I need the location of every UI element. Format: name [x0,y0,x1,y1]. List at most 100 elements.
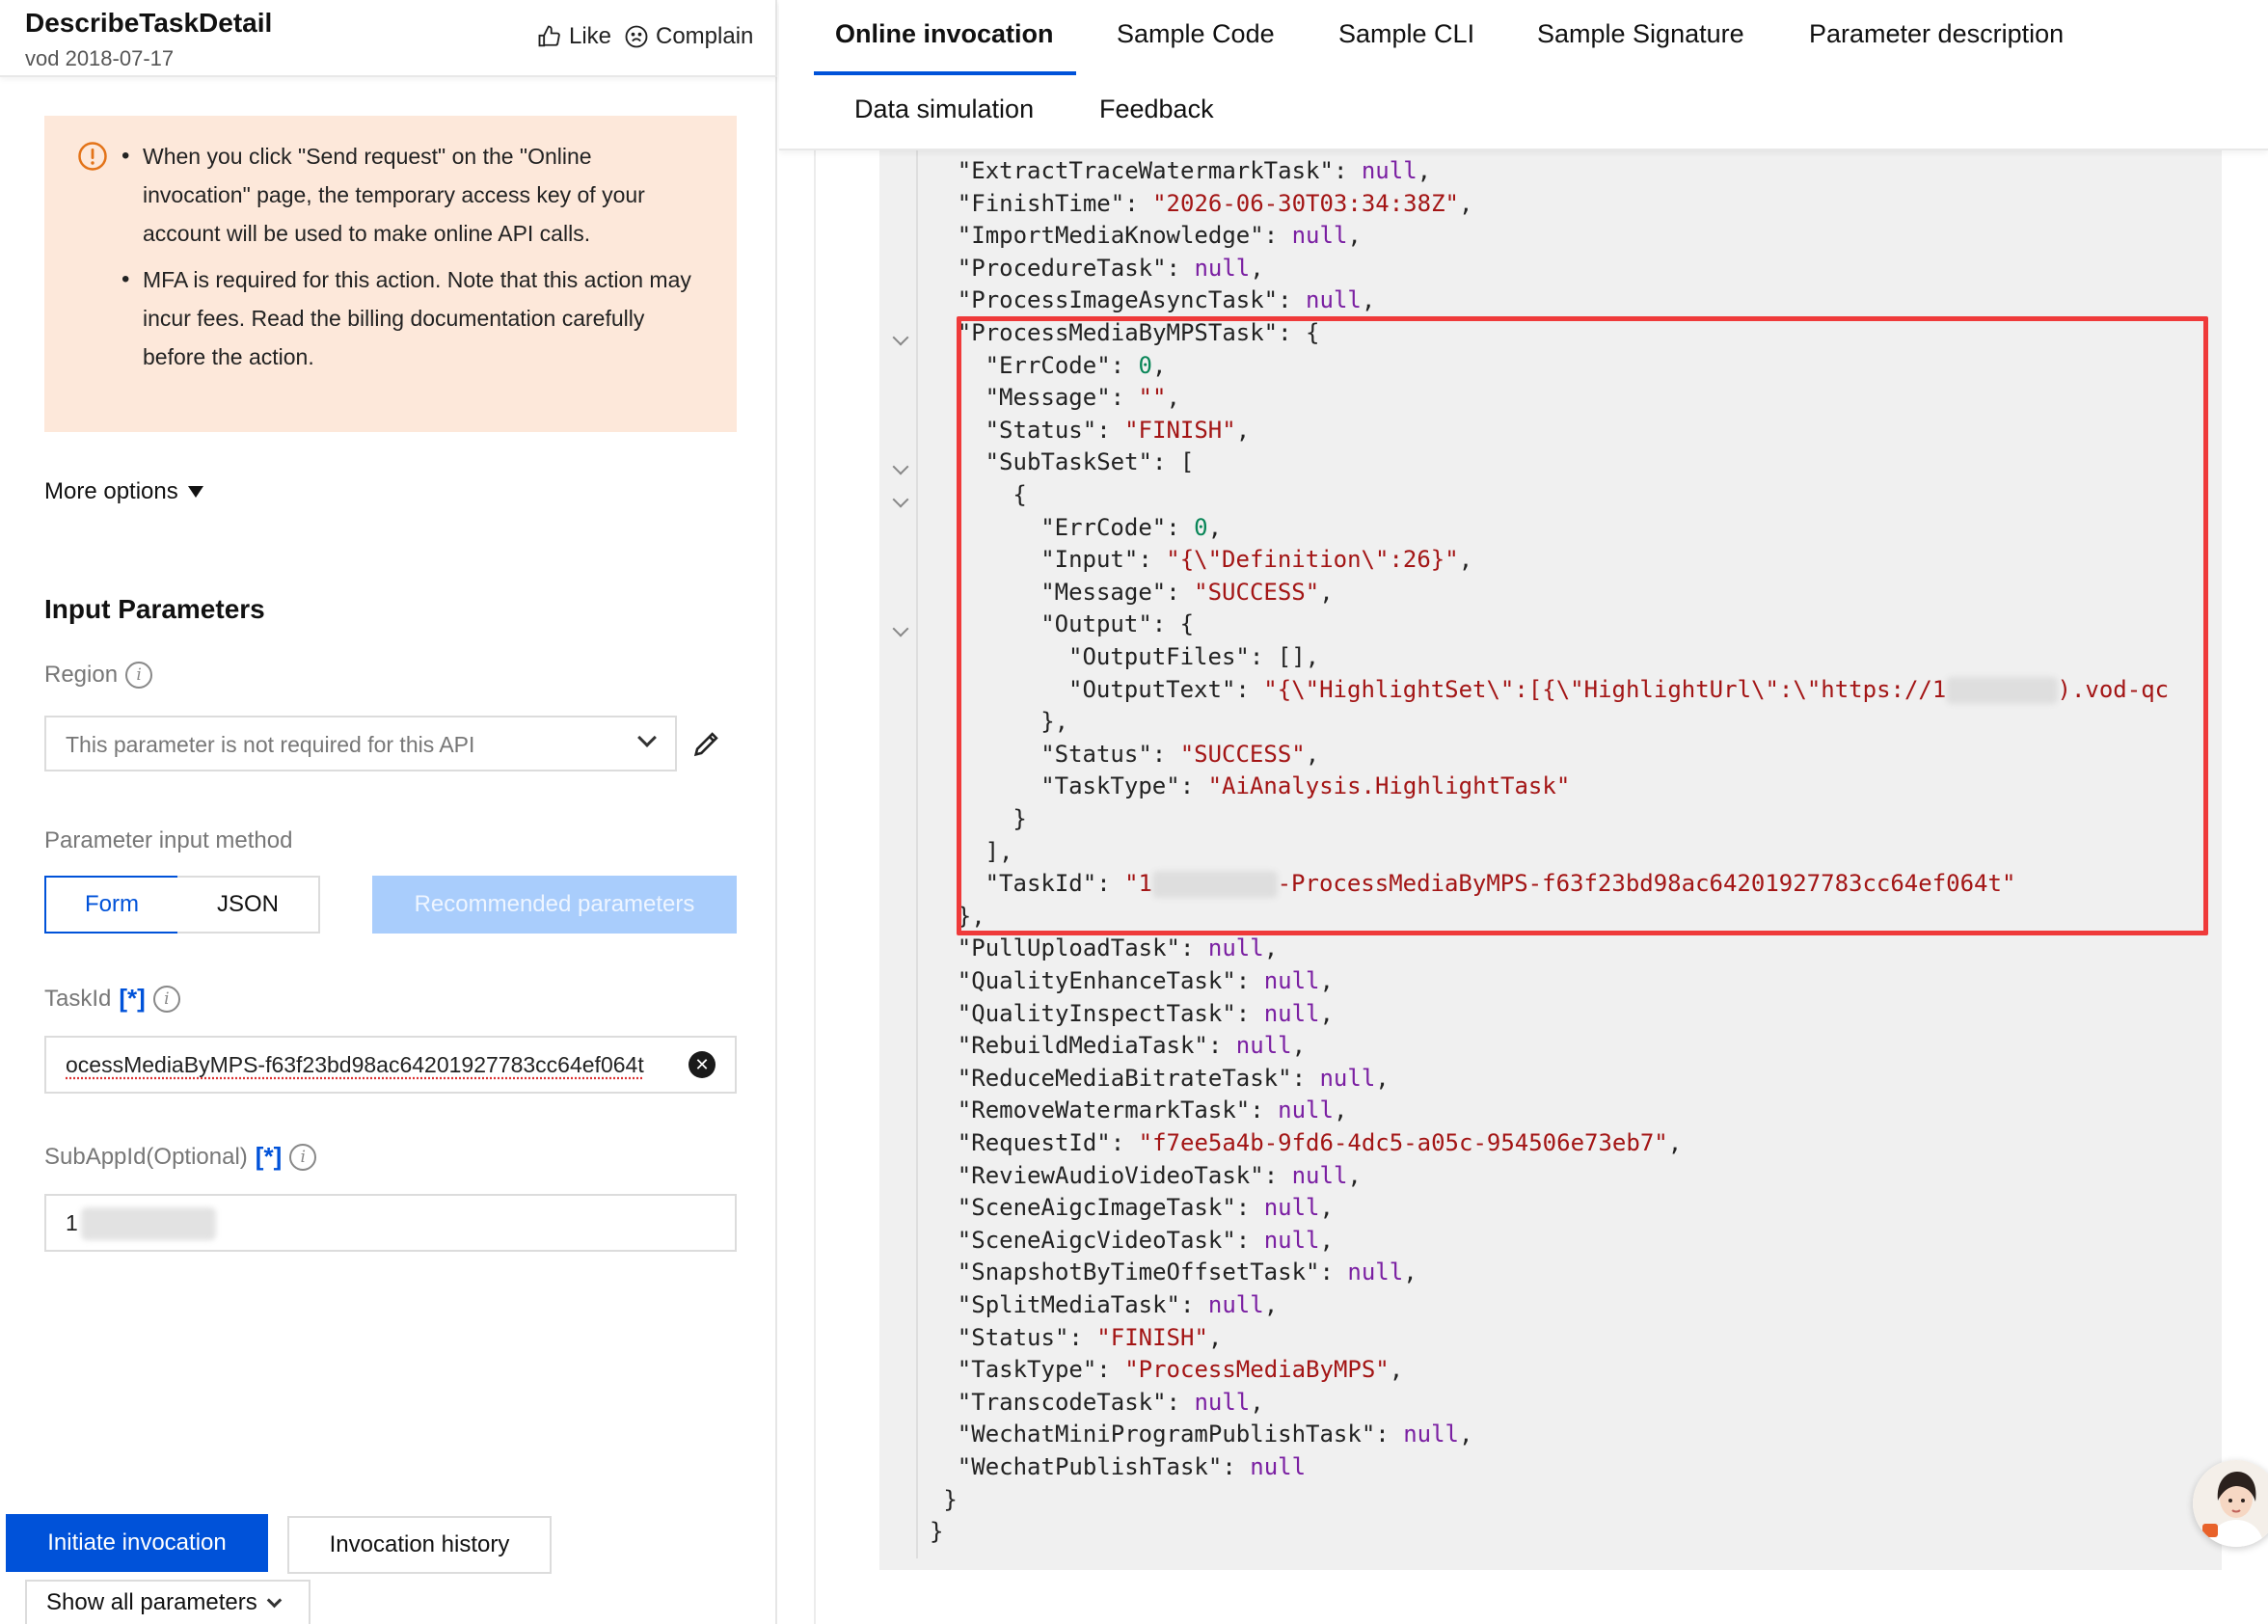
code-token: : [1235,1226,1264,1254]
code-token: , [1458,189,1473,217]
code-token: null [1347,1259,1404,1286]
code-token: , [1250,1388,1264,1416]
code-token: null [1291,222,1348,250]
warning-icon [78,142,107,171]
subappid-input[interactable]: 1 [44,1194,737,1252]
like-button[interactable]: Like [536,23,611,50]
subappid-label: SubAppId(Optional) [44,1143,248,1170]
required-marker: [*] [255,1142,283,1171]
code-token: , [1319,967,1334,994]
more-options-label: More options [44,478,178,504]
code-token: null [1250,1453,1307,1480]
code-token: "WechatPublishTask" [957,1453,1223,1480]
code-token: : [1179,1291,1208,1318]
code-token: , [1319,1226,1334,1254]
tabs-bar: Online invocation Sample Code Sample CLI… [779,0,2268,150]
subappid-value: 1 [66,1210,78,1235]
code-token: , [1417,157,1432,184]
redacted-value [81,1207,216,1240]
code-token: : [1124,189,1153,217]
clear-icon[interactable]: ✕ [688,1051,716,1078]
show-all-parameters-button[interactable]: Show all parameters [25,1580,310,1624]
code-token: , [1291,1032,1307,1060]
code-token: , [1319,999,1334,1027]
taskid-label-row: TaskId [*] i [44,984,180,1014]
complain-button[interactable]: Complain [623,23,753,50]
code-token: "ReviewAudioVideoTask" [957,1161,1264,1189]
recommended-parameters-button[interactable]: Recommended parameters [372,876,737,934]
code-token: } [943,1485,958,1513]
code-line: "ImportMediaKnowledge": null, [958,219,1362,252]
chevron-down-icon [266,1592,283,1608]
show-all-label: Show all parameters [46,1589,257,1615]
required-marker: [*] [119,984,146,1013]
info-icon[interactable]: i [152,985,180,1013]
invocation-history-button[interactable]: Invocation history [287,1516,552,1574]
code-token: null [1319,1064,1376,1092]
region-select[interactable]: This parameter is not required for this … [44,716,677,771]
form-mode-button[interactable]: Form [44,876,179,934]
code-token: "TranscodeTask" [957,1388,1167,1416]
code-token: : [1375,1421,1404,1448]
info-icon[interactable]: i [289,1143,317,1171]
code-token: null [1263,967,1320,994]
code-token: "SplitMediaTask" [957,1291,1180,1318]
code-token: : [1333,157,1362,184]
code-line: "ReviewAudioVideoTask": null, [958,1159,1362,1192]
pencil-icon[interactable] [690,727,723,760]
tab-feedback[interactable]: Feedback [1099,95,1214,124]
code-token: : [1110,1129,1139,1156]
code-token: "f7ee5a4b-9fd6-4dc5-a05c-954506e73eb7" [1138,1129,1668,1156]
code-token: : [1166,254,1195,282]
code-line: "SceneAigcVideoTask": null, [958,1224,1334,1257]
code-token: : [1166,1388,1195,1416]
code-token: "QualityEnhanceTask" [957,967,1236,994]
taskid-value: ocessMediaByMPS-f63f23bd98ac64201927783c… [66,1052,644,1077]
code-token: "FinishTime" [957,189,1125,217]
more-options-toggle[interactable]: More options [44,478,203,505]
code-line: "PullUploadTask": null, [958,932,1278,964]
chevron-down-icon [637,728,657,747]
code-token: : [1250,1096,1279,1124]
code-token: , [1333,1096,1348,1124]
code-line: "TaskType": "ProcessMediaByMPS", [958,1353,1403,1386]
tab-parameter-description[interactable]: Parameter description [1809,19,2064,49]
code-token: "RequestId" [957,1129,1111,1156]
code-token: "2026-06-30T03:34:38Z" [1152,189,1459,217]
code-token: , [1250,254,1264,282]
code-token: "ExtractTraceWatermarkTask" [957,157,1334,184]
initiate-invocation-button[interactable]: Initiate invocation [6,1514,268,1572]
thumbs-up-icon [538,25,560,47]
info-icon[interactable]: i [125,662,153,689]
code-token: , [1389,1356,1404,1384]
tab-data-simulation[interactable]: Data simulation [854,95,1034,124]
code-token: "TaskType" [957,1356,1097,1384]
tab-sample-code[interactable]: Sample Code [1117,19,1275,49]
tab-online-invocation[interactable]: Online invocation [835,19,1054,49]
code-token: } [930,1518,944,1546]
code-line: "QualityEnhanceTask": null, [958,964,1334,997]
json-mode-button[interactable]: JSON [177,876,320,934]
code-token: "QualityInspectTask" [957,999,1236,1027]
code-token: "ReduceMediaBitrateTask" [957,1064,1292,1092]
code-line: "QualityInspectTask": null, [958,997,1334,1030]
code-token: null [1361,157,1418,184]
code-token: null [1306,286,1362,314]
taskid-input[interactable]: ocessMediaByMPS-f63f23bd98ac64201927783c… [44,1036,737,1094]
code-line: "Status": "FINISH", [958,1321,1223,1354]
notice-box: When you click "Send request" on the "On… [44,116,737,432]
left-panel: DescribeTaskDetail vod 2018-07-17 Like C… [0,0,777,1624]
tab-sample-signature[interactable]: Sample Signature [1537,19,1744,49]
code-token: "Status" [957,1323,1069,1351]
code-token: "ProcedureTask" [957,254,1167,282]
divider [814,150,816,1624]
code-line: } [930,1515,943,1548]
notice-list: When you click "Send request" on the "On… [122,137,700,384]
code-token: : [1235,999,1264,1027]
code-token: : [1278,286,1307,314]
code-token: : [1068,1323,1097,1351]
code-token: null [1263,1226,1320,1254]
code-token: , [1347,1161,1362,1189]
api-header: DescribeTaskDetail vod 2018-07-17 Like C… [0,0,777,77]
tab-sample-cli[interactable]: Sample CLI [1338,19,1474,49]
